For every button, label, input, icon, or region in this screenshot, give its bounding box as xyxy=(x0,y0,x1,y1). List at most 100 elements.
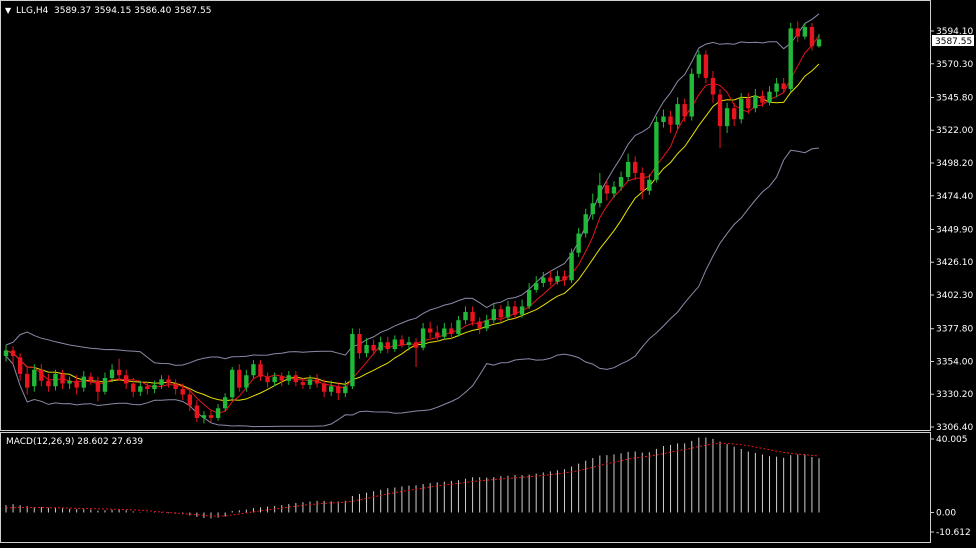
candle xyxy=(597,172,603,208)
candle-body xyxy=(583,214,588,234)
candle-body xyxy=(739,98,744,120)
candle-body xyxy=(307,379,313,385)
candle xyxy=(81,371,86,392)
candle-body xyxy=(526,289,532,307)
candle-body xyxy=(781,83,786,89)
bollinger-bands xyxy=(5,13,820,428)
candle xyxy=(102,372,108,395)
candle-body xyxy=(201,415,207,418)
candle xyxy=(286,371,291,385)
candle xyxy=(67,376,72,390)
price-axis-label: 3377.80 xyxy=(936,325,973,335)
candle xyxy=(463,306,468,325)
candle-body xyxy=(484,320,489,329)
candle xyxy=(753,88,758,113)
candle-body xyxy=(74,380,79,388)
candle xyxy=(201,411,207,424)
candle-body xyxy=(343,386,348,394)
fast-ma-line xyxy=(5,35,820,414)
lower-band-line xyxy=(5,147,820,428)
candle-body xyxy=(166,379,171,384)
candle-body xyxy=(654,121,659,180)
candle xyxy=(576,227,581,257)
candle-body xyxy=(208,415,214,418)
current-price-label: 3587.55 xyxy=(935,37,972,47)
candle xyxy=(88,372,94,385)
candle-body xyxy=(604,185,610,194)
candle-body xyxy=(102,377,108,392)
candle-body xyxy=(173,383,178,390)
candles xyxy=(3,21,822,424)
candle-body xyxy=(215,408,221,418)
candle xyxy=(526,283,532,310)
candle xyxy=(258,360,263,381)
candle-body xyxy=(180,389,185,395)
macd-axis: 40.005 0.00 -10.612 xyxy=(930,435,971,538)
candle xyxy=(350,328,355,390)
price-axis-label: 3522.00 xyxy=(936,126,973,136)
candle xyxy=(46,373,51,392)
header-ohlc: 3589.37 3594.15 3586.40 3587.55 xyxy=(54,6,211,16)
candle xyxy=(795,21,800,43)
candle-body xyxy=(265,376,270,383)
candle-body xyxy=(491,309,496,321)
candle xyxy=(675,97,680,129)
candle-body xyxy=(385,342,390,350)
candle xyxy=(569,248,574,284)
candle-body xyxy=(435,332,440,337)
candle xyxy=(116,358,122,381)
candle-body xyxy=(145,386,150,390)
candle-body xyxy=(427,328,433,333)
candle-body xyxy=(746,98,751,109)
candle xyxy=(95,376,101,402)
candle-body xyxy=(661,116,666,122)
candle xyxy=(632,156,638,180)
candle-body xyxy=(505,306,511,318)
candle xyxy=(244,369,249,392)
candle xyxy=(194,400,200,423)
candle-body xyxy=(597,185,603,204)
price-axis-label: 3354.00 xyxy=(936,357,973,367)
candle xyxy=(3,344,9,362)
candle-body xyxy=(329,386,334,392)
candle-body xyxy=(760,95,765,103)
candle xyxy=(477,317,482,334)
candle xyxy=(378,336,383,354)
candle xyxy=(590,193,595,220)
candle-body xyxy=(3,350,9,356)
candle-body xyxy=(569,252,574,281)
candle-body xyxy=(95,380,101,392)
candle xyxy=(703,50,709,84)
candle xyxy=(314,373,320,388)
candle xyxy=(307,375,313,390)
candle-body xyxy=(300,382,306,385)
candle-body xyxy=(222,397,228,409)
moving-averages xyxy=(5,35,820,414)
candle xyxy=(166,375,171,388)
candle xyxy=(774,77,779,98)
candle-body xyxy=(724,108,730,127)
candle xyxy=(392,335,398,352)
candle xyxy=(265,372,270,388)
candle xyxy=(710,71,716,103)
candle-body xyxy=(53,373,58,387)
candle xyxy=(562,270,567,286)
macd-axis-label: 40.005 xyxy=(936,435,968,445)
candle-body xyxy=(576,233,581,253)
candle-body xyxy=(131,383,136,392)
candle xyxy=(237,364,242,392)
price-axis-label: 3545.80 xyxy=(936,93,973,103)
candle xyxy=(654,116,659,183)
candle xyxy=(60,369,65,390)
candle-body xyxy=(378,342,383,351)
candle xyxy=(491,303,496,323)
candle-body xyxy=(590,203,595,215)
candle-body xyxy=(611,186,617,194)
candle-body xyxy=(809,27,815,47)
candle-body xyxy=(696,54,702,74)
price-axis-label: 3426.10 xyxy=(936,258,973,268)
candle-body xyxy=(449,328,454,334)
candle-body xyxy=(618,177,624,187)
header-marker[interactable]: ▼ xyxy=(5,6,12,15)
price-axis-label: 3570.30 xyxy=(936,60,973,70)
